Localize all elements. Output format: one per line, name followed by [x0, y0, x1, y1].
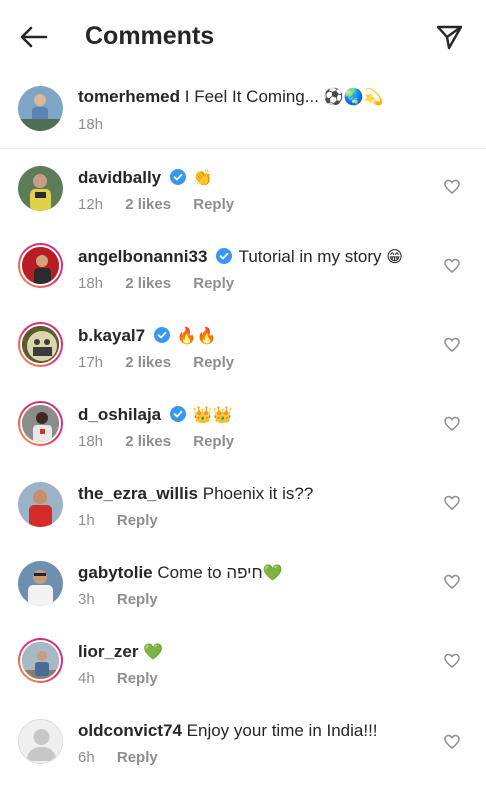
heart-icon[interactable] — [444, 653, 460, 669]
comment-row: davidbally 👏 12h 2 likes Reply — [0, 149, 486, 228]
comment-emoji: 😁 — [386, 249, 403, 266]
avatar — [20, 640, 61, 681]
username[interactable]: d_oshilaja — [78, 405, 161, 424]
comment-row: the_ezra_willis Phoenix it is?? 1h Reply — [0, 465, 486, 544]
username[interactable]: the_ezra_willis — [78, 484, 198, 503]
username[interactable]: angelbonanni33 — [78, 247, 207, 266]
comment-emoji: 👏 — [192, 170, 213, 187]
comment-row: lior_zer 💚 4h Reply — [0, 623, 486, 702]
caption-text: I Feel It Coming... — [184, 87, 319, 106]
reply-button[interactable]: Reply — [117, 670, 158, 687]
heart-icon[interactable] — [444, 574, 460, 590]
timestamp: 18h — [78, 275, 104, 292]
heart-icon[interactable] — [444, 337, 460, 353]
heart-icon[interactable] — [444, 734, 460, 750]
username[interactable]: gabytolie — [78, 563, 153, 582]
timestamp: 17h — [78, 354, 104, 371]
heart-icon[interactable] — [444, 179, 460, 195]
comment-emoji: 👑👑 — [192, 407, 233, 424]
comment-emoji: 💚 — [143, 644, 164, 661]
comment-text: Enjoy your time in India!!! — [186, 721, 378, 740]
avatar[interactable] — [18, 86, 63, 131]
share-button[interactable] — [432, 20, 466, 54]
avatar-story-ring[interactable] — [18, 401, 63, 446]
timestamp: 12h — [78, 196, 104, 213]
reply-button[interactable]: Reply — [117, 512, 158, 529]
page-title: Comments — [85, 22, 215, 50]
heart-icon[interactable] — [444, 258, 460, 274]
username[interactable]: lior_zer — [78, 642, 138, 661]
verified-badge-icon — [169, 406, 186, 422]
username[interactable]: b.kayal7 — [78, 326, 145, 345]
reply-button[interactable]: Reply — [193, 196, 234, 213]
comment-emoji: 💚 — [262, 565, 283, 582]
avatar-story-ring[interactable] — [18, 638, 63, 683]
verified-badge-icon — [153, 327, 170, 343]
verified-badge-icon — [216, 248, 233, 264]
avatar[interactable] — [18, 561, 63, 606]
likes-count[interactable]: 2 likes — [125, 354, 171, 371]
reply-button[interactable]: Reply — [193, 433, 234, 450]
reply-button[interactable]: Reply — [193, 354, 234, 371]
comment-text: Tutorial in my story — [238, 247, 382, 266]
avatar — [20, 403, 61, 444]
timestamp: 1h — [78, 512, 95, 529]
timestamp: 18h — [78, 116, 104, 133]
header-bar: Comments — [0, 0, 486, 74]
comment-text: Phoenix it is?? — [202, 484, 314, 503]
timestamp: 6h — [78, 749, 95, 766]
likes-count[interactable]: 2 likes — [125, 433, 171, 450]
avatar-story-ring[interactable] — [18, 243, 63, 288]
comment-row: d_oshilaja 👑👑 18h 2 likes Reply — [0, 386, 486, 465]
username[interactable]: davidbally — [78, 168, 161, 187]
timestamp: 18h — [78, 433, 104, 450]
paper-plane-icon — [436, 25, 463, 50]
back-button[interactable] — [16, 20, 50, 54]
comment-text: Come to חיפה — [157, 563, 263, 582]
comment-row: oldconvict74 Enjoy your time in India!!!… — [0, 702, 486, 781]
arrow-left-icon — [20, 26, 48, 48]
avatar[interactable] — [18, 719, 63, 764]
avatar[interactable] — [18, 482, 63, 527]
verified-badge-icon — [169, 169, 186, 185]
avatar — [20, 324, 61, 365]
comment-row: gabytolie Come to חיפה💚 3h Reply — [0, 544, 486, 623]
comment-row: angelbonanni33 Tutorial in my story 😁 18… — [0, 228, 486, 307]
avatar-story-ring[interactable] — [18, 322, 63, 367]
avatar[interactable] — [18, 166, 63, 211]
username[interactable]: tomerhemed — [78, 87, 180, 106]
reply-button[interactable]: Reply — [117, 749, 158, 766]
comment-row: b.kayal7 🔥🔥 17h 2 likes Reply — [0, 307, 486, 386]
comment-emoji: 🔥🔥 — [176, 328, 217, 345]
post-caption: tomerhemed I Feel It Coming... ⚽🌏💫 18h — [0, 74, 486, 149]
timestamp: 4h — [78, 670, 95, 687]
likes-count[interactable]: 2 likes — [125, 275, 171, 292]
username[interactable]: oldconvict74 — [78, 721, 182, 740]
avatar — [20, 245, 61, 286]
caption-emoji: ⚽🌏💫 — [323, 89, 384, 106]
reply-button[interactable]: Reply — [117, 591, 158, 608]
heart-icon[interactable] — [444, 416, 460, 432]
timestamp: 3h — [78, 591, 95, 608]
heart-icon[interactable] — [444, 495, 460, 511]
likes-count[interactable]: 2 likes — [125, 196, 171, 213]
reply-button[interactable]: Reply — [193, 275, 234, 292]
